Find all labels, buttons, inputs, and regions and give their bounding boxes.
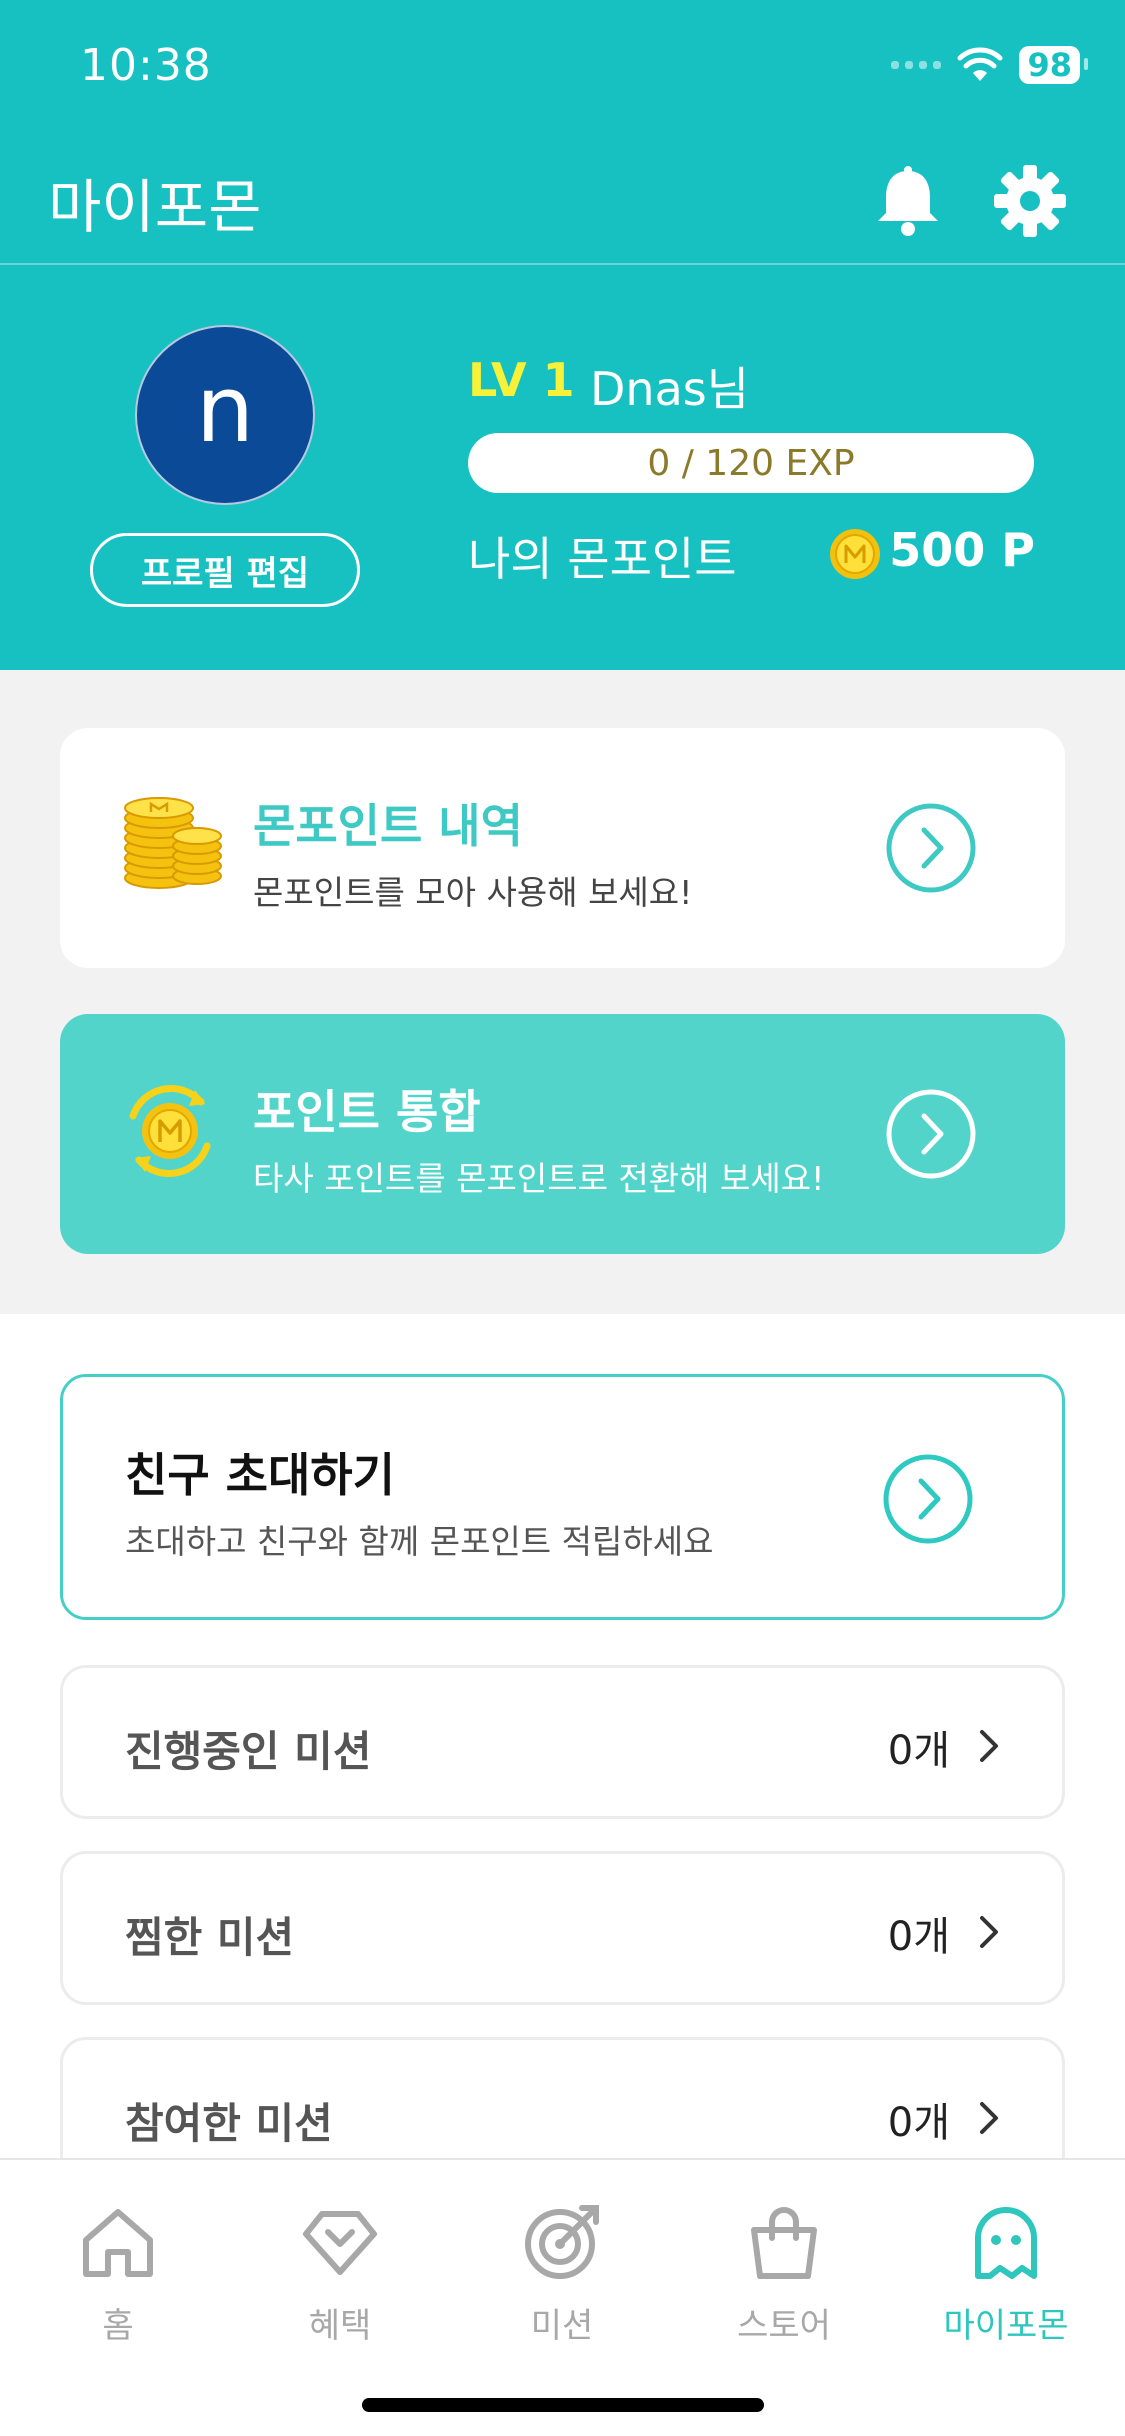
tab-benefits[interactable]: 혜택	[250, 2200, 430, 2350]
point-history-card[interactable]: 몬포인트 내역 몬포인트를 모아 사용해 보세요!	[60, 728, 1065, 968]
tab-home[interactable]: 홈	[28, 2200, 208, 2350]
profile-section: n 프로필 편집 LV 1 Dnas님 0 / 120 EXP 나의 몬포인트 …	[0, 265, 1125, 670]
chevron-right-icon	[980, 1730, 998, 1762]
mission-label: 진행중인 미션	[125, 1727, 372, 1776]
coin-icon	[830, 529, 880, 579]
mission-row-wishlist[interactable]: 찜한 미션 0개	[60, 1851, 1065, 2005]
card-title: 몬포인트 내역	[253, 799, 523, 853]
bell-icon[interactable]	[868, 161, 948, 241]
target-icon	[525, 2205, 599, 2279]
tab-store[interactable]: 스토어	[694, 2200, 874, 2350]
home-indicator	[362, 2398, 764, 2412]
app-header: 마이포몬	[0, 135, 1125, 265]
shopping-bag-icon	[751, 2207, 817, 2279]
status-time: 10:38	[80, 40, 212, 91]
home-icon	[83, 2209, 153, 2277]
status-bar: 10:38 98	[0, 0, 1125, 135]
status-indicators: 98	[891, 46, 1088, 84]
card-title: 포인트 통합	[253, 1085, 481, 1139]
exp-progress-bar: 0 / 120 EXP	[468, 433, 1034, 493]
coin-exchange-icon	[129, 1085, 211, 1177]
chevron-right-circle-icon[interactable]	[885, 1088, 977, 1180]
battery-icon: 98	[1019, 46, 1088, 84]
invite-title: 친구 초대하기	[125, 1448, 395, 1502]
coin-stack-icon	[124, 797, 222, 889]
tab-label: 혜택	[308, 2306, 372, 2346]
card-subtitle: 몬포인트를 모아 사용해 보세요!	[253, 873, 693, 912]
bottom-tab-bar: 홈 혜택 미션 스토어 마이포몬	[0, 2158, 1125, 2436]
mission-label: 참여한 미션	[125, 2099, 333, 2148]
user-name: Dnas님	[590, 362, 750, 416]
chevron-right-circle-icon[interactable]	[882, 1453, 974, 1545]
invite-subtitle: 초대하고 친구와 함께 몬포인트 적립하세요	[125, 1522, 714, 1561]
level-badge: LV 1	[468, 353, 575, 407]
signal-icon	[891, 61, 942, 69]
ghost-icon	[975, 2207, 1037, 2279]
card-subtitle: 타사 포인트를 몬포인트로 전환해 보세요!	[253, 1159, 825, 1198]
avatar[interactable]: n	[135, 325, 315, 505]
page-title: 마이포몬	[48, 173, 262, 241]
mission-count: 0개	[887, 1914, 950, 1960]
tab-label: 마이포몬	[943, 2306, 1069, 2346]
my-point-label: 나의 몬포인트	[468, 532, 737, 586]
mission-row-in-progress[interactable]: 진행중인 미션 0개	[60, 1665, 1065, 1819]
invite-friends-card[interactable]: 친구 초대하기 초대하고 친구와 함께 몬포인트 적립하세요	[60, 1374, 1065, 1620]
tab-missions[interactable]: 미션	[472, 2200, 652, 2350]
point-value: 500 P	[889, 523, 1035, 577]
tab-my-pomon[interactable]: 마이포몬	[916, 2200, 1096, 2350]
mission-count: 0개	[887, 1728, 950, 1774]
mission-label: 찜한 미션	[125, 1913, 295, 1962]
gear-icon[interactable]	[990, 161, 1070, 241]
tab-label: 홈	[102, 2306, 134, 2346]
chevron-right-icon	[980, 2102, 998, 2134]
chevron-right-circle-icon[interactable]	[885, 802, 977, 894]
edit-profile-button[interactable]: 프로필 편집	[90, 533, 360, 607]
tab-label: 미션	[530, 2306, 594, 2346]
tab-label: 스토어	[737, 2306, 831, 2346]
point-integration-card[interactable]: 포인트 통합 타사 포인트를 몬포인트로 전환해 보세요!	[60, 1014, 1065, 1254]
chevron-right-icon	[980, 1916, 998, 1948]
wifi-icon	[957, 47, 1003, 81]
mission-count: 0개	[887, 2100, 950, 2146]
exp-text: 0 / 120 EXP	[647, 442, 855, 484]
diamond-icon	[303, 2211, 377, 2275]
